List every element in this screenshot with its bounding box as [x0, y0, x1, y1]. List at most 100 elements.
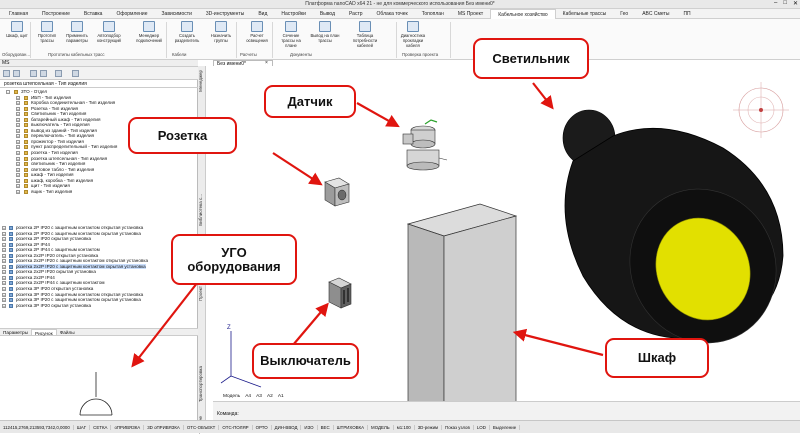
ribbon-button[interactable]: Вывод на план трассы: [310, 21, 340, 43]
minimize-icon[interactable]: –: [774, 0, 777, 9]
expand-icon[interactable]: +: [2, 259, 6, 264]
expand-icon[interactable]: +: [16, 139, 20, 144]
new-icon[interactable]: [3, 70, 10, 77]
close-icon[interactable]: ✕: [793, 0, 798, 9]
expand-icon[interactable]: +: [16, 145, 20, 150]
menu-tab[interactable]: Оформление: [109, 9, 154, 19]
menu-tab[interactable]: Вставка: [77, 9, 110, 19]
ribbon-button[interactable]: Расчет освещения: [242, 21, 272, 43]
status-toggle[interactable]: оПРИВЯЗКА: [111, 424, 145, 430]
menu-tab[interactable]: Гео: [613, 9, 635, 19]
status-toggle[interactable]: м1:100: [394, 424, 415, 430]
layout-tab[interactable]: А1: [278, 394, 284, 401]
category-combo[interactable]: розетка штепсельная - Тип изделия: [0, 80, 198, 88]
expand-icon[interactable]: +: [16, 173, 20, 178]
status-toggle[interactable]: МОДЕЛЬ: [368, 424, 394, 430]
menu-tab[interactable]: ABC Сметы: [635, 9, 676, 19]
ribbon-button[interactable]: Менеджер подключений: [134, 21, 164, 43]
menu-tab[interactable]: Кабельное хозяйство: [490, 8, 556, 19]
play-icon[interactable]: [40, 70, 47, 77]
menu-tab[interactable]: Зависимости: [155, 9, 199, 19]
side-tab[interactable]: Транспортировка: [198, 366, 206, 402]
expand-icon[interactable]: +: [16, 184, 20, 189]
expand-icon[interactable]: +: [2, 292, 6, 297]
ribbon-button[interactable]: Таблица потребности кабелей: [350, 21, 380, 48]
expand-icon[interactable]: +: [2, 231, 6, 236]
menu-tab[interactable]: Кабельные трассы: [556, 9, 614, 19]
expand-icon[interactable]: +: [16, 156, 20, 161]
status-toggle[interactable]: СЕТКА: [90, 424, 112, 430]
expand-icon[interactable]: +: [16, 106, 20, 111]
status-toggle[interactable]: ДИН-ВВОД: [272, 424, 302, 430]
panel-tab[interactable]: Файлы: [57, 329, 78, 335]
ribbon-button[interactable]: Создать разделитель: [172, 21, 202, 43]
menu-tab[interactable]: Настройки: [274, 9, 313, 19]
expand-icon[interactable]: +: [16, 112, 20, 117]
expand-icon[interactable]: +: [16, 128, 20, 133]
ribbon-button[interactable]: Сечение трассы на плане: [276, 21, 306, 48]
tree-node[interactable]: + ящик - Тип изделия: [0, 189, 198, 195]
ribbon-button[interactable]: Применить параметры: [62, 21, 92, 43]
menu-tab[interactable]: Построение: [35, 9, 77, 19]
expand-icon[interactable]: +: [16, 117, 20, 122]
menu-tab[interactable]: Облака точек: [370, 9, 415, 19]
expand-icon[interactable]: +: [16, 189, 20, 194]
expand-icon[interactable]: +: [16, 162, 20, 167]
status-toggle[interactable]: 3D оПРИВЯЗКА: [144, 424, 184, 430]
expand-icon[interactable]: +: [2, 287, 6, 292]
expand-icon[interactable]: +: [2, 298, 6, 303]
expand-icon[interactable]: +: [2, 303, 6, 308]
status-toggle[interactable]: ОРТО: [253, 424, 272, 430]
ribbon-button[interactable]: Прототип трассы: [32, 21, 62, 43]
expand-icon[interactable]: -: [6, 90, 10, 94]
status-toggle[interactable]: Выделение: [490, 424, 521, 430]
menu-tab[interactable]: ПП: [676, 9, 697, 19]
status-toggle[interactable]: 3D-режим: [415, 424, 443, 430]
ribbon-button[interactable]: Шкаф, щит: [2, 21, 32, 38]
status-toggle[interactable]: ШТРИХОВКА: [334, 424, 369, 430]
layout-tab[interactable]: Модель: [223, 394, 240, 401]
side-tab[interactable]: Менеджер: [198, 70, 206, 92]
expand-icon[interactable]: +: [2, 264, 6, 269]
status-toggle[interactable]: Показ узлов: [442, 424, 474, 430]
ribbon-button[interactable]: Автоподбор конструкций: [94, 21, 124, 43]
expand-icon[interactable]: +: [2, 270, 6, 275]
expand-icon[interactable]: +: [2, 248, 6, 253]
switch-model[interactable]: [328, 277, 352, 309]
expand-icon[interactable]: +: [2, 281, 6, 286]
menu-tab[interactable]: Главная: [2, 9, 35, 19]
maximize-icon[interactable]: □: [783, 0, 787, 9]
expand-icon[interactable]: +: [16, 167, 20, 172]
open-icon[interactable]: [13, 70, 20, 77]
expand-icon[interactable]: +: [16, 178, 20, 183]
expand-icon[interactable]: +: [2, 237, 6, 242]
status-toggle[interactable]: ШАГ: [74, 424, 91, 430]
cabinet-model[interactable]: [406, 203, 518, 401]
menu-tab[interactable]: 3D-инструменты: [199, 9, 251, 19]
expand-icon[interactable]: +: [2, 253, 6, 258]
status-toggle[interactable]: LOD: [474, 424, 490, 430]
panel-tab[interactable]: Рисунок: [31, 329, 57, 336]
expand-icon[interactable]: +: [2, 275, 6, 280]
luminaire-model[interactable]: [562, 109, 800, 367]
status-toggle[interactable]: ИЗО: [301, 424, 318, 430]
settings-icon[interactable]: [72, 70, 79, 77]
expand-icon[interactable]: +: [16, 101, 20, 106]
menu-tab[interactable]: Вид: [251, 9, 274, 19]
menu-tab[interactable]: MS Проект: [451, 9, 490, 19]
layout-tab[interactable]: А4: [245, 394, 251, 401]
side-tab[interactable]: Проект: [198, 286, 206, 301]
viewcube-compass[interactable]: [733, 82, 789, 138]
command-line[interactable]: Команда:: [213, 401, 800, 420]
expand-icon[interactable]: +: [16, 151, 20, 156]
layout-tab[interactable]: А3: [256, 394, 262, 401]
side-tab[interactable]: Библиотека с...: [198, 194, 206, 226]
expand-icon[interactable]: +: [2, 242, 6, 247]
expand-icon[interactable]: +: [16, 134, 20, 139]
list-icon[interactable]: [55, 70, 62, 77]
menu-tab[interactable]: Вывод: [313, 9, 342, 19]
menu-tab[interactable]: Растр: [342, 9, 370, 19]
ribbon-button[interactable]: Назначить группы: [206, 21, 236, 43]
sensor-model[interactable]: [402, 119, 448, 171]
status-toggle[interactable]: ОТС-ПОЛЯР: [219, 424, 253, 430]
